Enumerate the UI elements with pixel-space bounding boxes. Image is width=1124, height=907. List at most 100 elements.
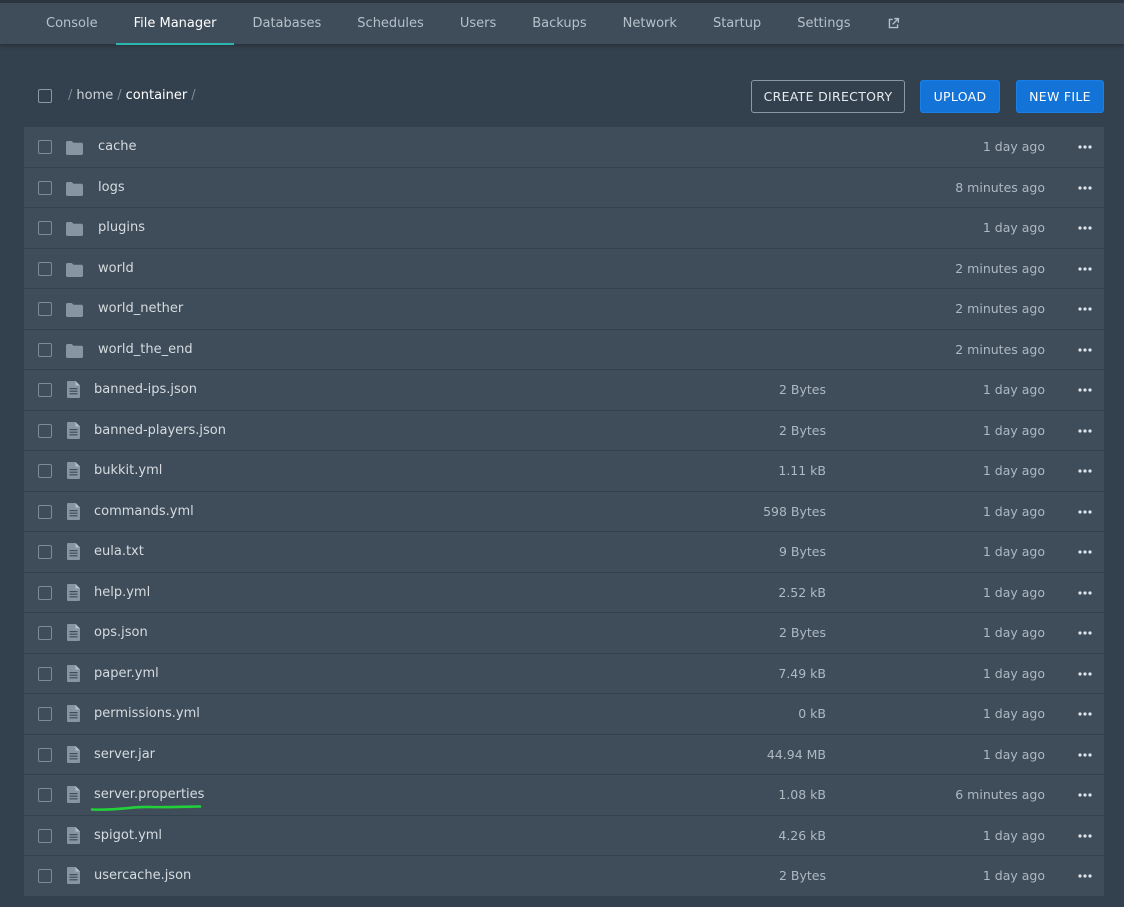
file-name[interactable]: server.jar: [94, 747, 155, 762]
tab-startup[interactable]: Startup: [695, 3, 779, 44]
file-row[interactable]: permissions.yml 0 kB 1 day ago: [24, 694, 1104, 735]
tab-databases[interactable]: Databases: [234, 3, 339, 44]
file-name[interactable]: bukkit.yml: [94, 463, 162, 478]
tab-console[interactable]: Console: [28, 3, 116, 44]
row-checkbox[interactable]: [38, 221, 52, 235]
row-checkbox[interactable]: [38, 383, 52, 397]
create-directory-button[interactable]: CREATE DIRECTORY: [751, 80, 905, 113]
row-options-button[interactable]: [1078, 705, 1092, 723]
breadcrumb-home[interactable]: home: [76, 88, 113, 103]
row-options-button[interactable]: [1078, 462, 1092, 480]
folder-icon-wrap: [66, 343, 83, 362]
file-name[interactable]: ops.json: [94, 625, 148, 640]
file-name[interactable]: paper.yml: [94, 666, 159, 681]
file-name[interactable]: eula.txt: [94, 544, 144, 559]
file-row[interactable]: cache 1 day ago: [24, 127, 1104, 168]
folder-icon: [66, 303, 83, 317]
file-name[interactable]: world_the_end: [98, 342, 193, 357]
more-options-icon: [1078, 469, 1092, 473]
row-checkbox[interactable]: [38, 342, 52, 357]
file-modified: 1 day ago: [982, 868, 1045, 883]
row-options-button[interactable]: [1078, 543, 1092, 561]
file-row[interactable]: bukkit.yml 1.11 kB 1 day ago: [24, 451, 1104, 492]
row-checkbox[interactable]: [38, 828, 52, 843]
row-checkbox[interactable]: [38, 869, 52, 883]
row-checkbox[interactable]: [38, 585, 52, 600]
file-row[interactable]: world_the_end 2 minutes ago: [24, 329, 1104, 370]
row-checkbox[interactable]: [38, 626, 52, 640]
file-name[interactable]: logs: [98, 180, 125, 195]
row-options-button[interactable]: [1078, 138, 1092, 156]
row-checkbox[interactable]: [38, 302, 52, 316]
row-options-button[interactable]: [1078, 341, 1092, 359]
row-options-button[interactable]: [1078, 179, 1092, 197]
row-options-button[interactable]: [1078, 867, 1092, 885]
file-modified: 1 day ago: [982, 584, 1045, 600]
file-name[interactable]: usercache.json: [94, 868, 191, 883]
row-checkbox[interactable]: [38, 666, 52, 681]
row-options-button[interactable]: [1078, 624, 1092, 642]
folder-icon-wrap: [66, 221, 83, 240]
file-row[interactable]: server.properties 1.08 kB 6 minutes ago: [24, 775, 1104, 816]
row-options-button[interactable]: [1078, 503, 1092, 521]
file-row[interactable]: eula.txt 9 Bytes 1 day ago: [24, 532, 1104, 573]
select-all-checkbox[interactable]: [38, 89, 52, 103]
tab-file-manager[interactable]: File Manager: [115, 3, 235, 45]
file-row[interactable]: usercache.json 2 Bytes 1 day ago: [24, 856, 1104, 897]
row-checkbox[interactable]: [38, 504, 52, 519]
row-checkbox[interactable]: [38, 261, 52, 276]
file-name[interactable]: help.yml: [94, 585, 150, 600]
row-options-button[interactable]: [1078, 584, 1092, 602]
file-row[interactable]: world_nether 2 minutes ago: [24, 289, 1104, 330]
file-name[interactable]: banned-ips.json: [94, 382, 197, 397]
file-name[interactable]: world: [98, 261, 134, 276]
file-row[interactable]: plugins 1 day ago: [24, 208, 1104, 249]
tab-backups[interactable]: Backups: [514, 3, 604, 44]
file-name[interactable]: server.properties: [94, 787, 204, 802]
file-name[interactable]: plugins: [98, 220, 145, 235]
file-row[interactable]: world 2 minutes ago: [24, 248, 1104, 289]
more-options-icon: [1078, 793, 1092, 797]
file-name[interactable]: banned-players.json: [94, 423, 226, 438]
row-checkbox[interactable]: [38, 545, 52, 559]
file-icon-wrap: [67, 462, 80, 483]
row-checkbox[interactable]: [38, 788, 52, 802]
file-name[interactable]: cache: [98, 139, 137, 154]
file-row[interactable]: help.yml 2.52 kB 1 day ago: [24, 572, 1104, 613]
file-row[interactable]: spigot.yml 4.26 kB 1 day ago: [24, 815, 1104, 856]
file-modified: 1 day ago: [982, 706, 1045, 721]
row-checkbox[interactable]: [38, 180, 52, 195]
row-options-button[interactable]: [1078, 827, 1092, 845]
tab-users[interactable]: Users: [442, 3, 514, 44]
row-checkbox[interactable]: [38, 140, 52, 154]
file-name[interactable]: spigot.yml: [94, 828, 162, 843]
row-options-button[interactable]: [1078, 260, 1092, 278]
row-options-button[interactable]: [1078, 422, 1092, 440]
row-checkbox[interactable]: [38, 423, 52, 438]
row-options-button[interactable]: [1078, 300, 1092, 318]
file-name[interactable]: permissions.yml: [94, 706, 200, 721]
new-file-button[interactable]: NEW FILE: [1016, 80, 1104, 113]
row-options-button[interactable]: [1078, 786, 1092, 804]
row-options-button[interactable]: [1078, 665, 1092, 683]
file-row[interactable]: banned-ips.json 2 Bytes 1 day ago: [24, 370, 1104, 411]
row-checkbox[interactable]: [38, 707, 52, 721]
file-name[interactable]: commands.yml: [94, 504, 194, 519]
file-row[interactable]: paper.yml 7.49 kB 1 day ago: [24, 653, 1104, 694]
row-options-button[interactable]: [1078, 381, 1092, 399]
file-row[interactable]: logs 8 minutes ago: [24, 167, 1104, 208]
row-checkbox[interactable]: [38, 747, 52, 762]
row-options-button[interactable]: [1078, 746, 1092, 764]
tab-network[interactable]: Network: [605, 3, 695, 44]
file-row[interactable]: server.jar 44.94 MB 1 day ago: [24, 734, 1104, 775]
file-name[interactable]: world_nether: [98, 301, 183, 316]
file-row[interactable]: commands.yml 598 Bytes 1 day ago: [24, 491, 1104, 532]
row-checkbox[interactable]: [38, 464, 52, 478]
tab-schedules[interactable]: Schedules: [339, 3, 442, 44]
external-link-tab[interactable]: [869, 3, 918, 44]
upload-button[interactable]: UPLOAD: [920, 80, 1000, 113]
row-options-button[interactable]: [1078, 219, 1092, 237]
file-row[interactable]: banned-players.json 2 Bytes 1 day ago: [24, 410, 1104, 451]
tab-settings[interactable]: Settings: [779, 3, 868, 44]
file-row[interactable]: ops.json 2 Bytes 1 day ago: [24, 613, 1104, 654]
